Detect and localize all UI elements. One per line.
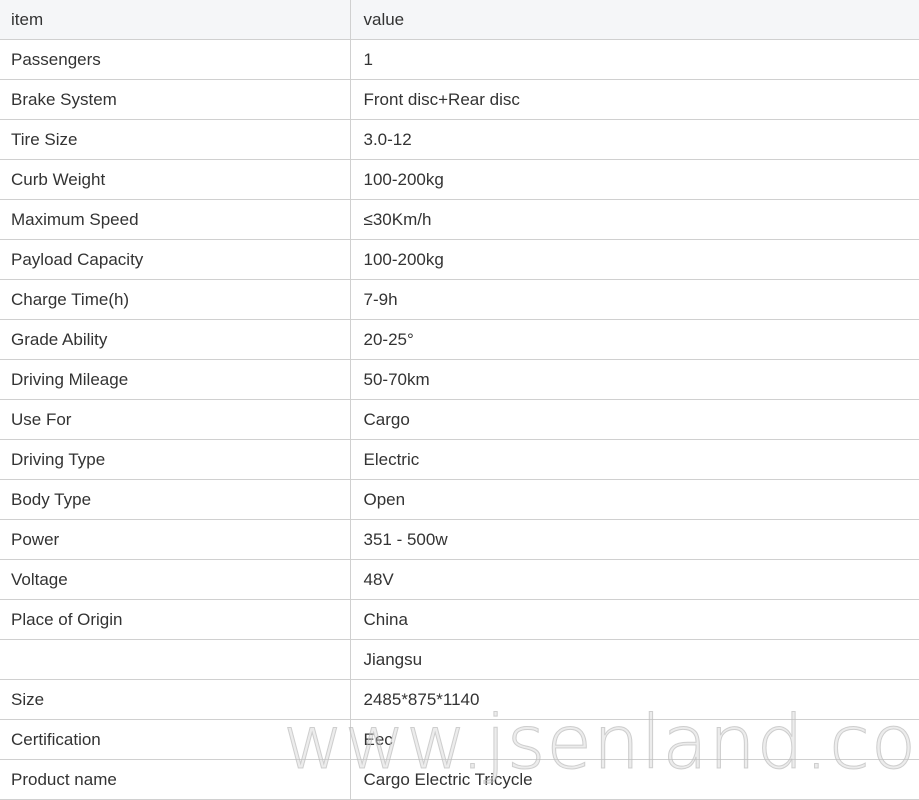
table-row: Maximum Speed ≤30Km/h: [0, 199, 919, 240]
table-row: Driving Mileage 50-70km: [0, 359, 919, 400]
row-value: 50-70km: [349, 359, 919, 400]
table-body: Passengers 1 Brake System Front disc+Rear d…: [0, 39, 919, 800]
table-row: Charge Time(h) 7-9h: [0, 279, 919, 320]
row-value: 48V: [349, 559, 919, 600]
row-item: Passengers: [0, 39, 350, 80]
row-item: Place of Origin: [0, 599, 350, 640]
row-value: Electric: [349, 439, 919, 480]
row-value: Front disc+Rear disc: [349, 79, 919, 120]
row-item: Curb Weight: [0, 159, 350, 200]
header-item: item: [0, 0, 350, 40]
table-row: Curb Weight 100-200kg: [0, 159, 919, 200]
table-row: Certification Eec: [0, 719, 919, 760]
row-value: 7-9h: [349, 279, 919, 320]
table-row: Body Type Open: [0, 479, 919, 520]
row-value: Cargo: [349, 399, 919, 440]
row-value: 351 - 500w: [349, 519, 919, 560]
row-item: Voltage: [0, 559, 350, 600]
row-item: Maximum Speed: [0, 199, 350, 240]
row-item: Power: [0, 519, 350, 560]
row-item: Body Type: [0, 479, 350, 520]
row-item: Size: [0, 679, 350, 720]
row-value: 100-200kg: [349, 159, 919, 200]
row-value: Open: [349, 479, 919, 520]
table-row: Jiangsu: [0, 639, 919, 680]
row-item: Use For: [0, 399, 350, 440]
row-value: China: [349, 599, 919, 640]
table-row: Place of Origin China: [0, 599, 919, 640]
row-value: 3.0-12: [349, 119, 919, 160]
table-row: Voltage 48V: [0, 559, 919, 600]
table-row: Tire Size 3.0-12: [0, 119, 919, 160]
row-item: Brake System: [0, 79, 350, 120]
row-value: ≤30Km/h: [349, 199, 919, 240]
header-value: value: [349, 0, 919, 40]
row-item: Certification: [0, 719, 350, 760]
row-item: Charge Time(h): [0, 279, 350, 320]
spec-table: item value Passengers 1 Brake System Front …: [0, 0, 919, 800]
table-header-row: item value: [0, 0, 919, 40]
row-value: 100-200kg: [349, 239, 919, 280]
row-item: Driving Type: [0, 439, 350, 480]
table-row: Driving Type Electric: [0, 439, 919, 480]
row-item: Grade Ability: [0, 319, 350, 360]
row-value: 1: [349, 39, 919, 80]
row-value: Jiangsu: [349, 639, 919, 680]
table-row: Payload Capacity 100-200kg: [0, 239, 919, 280]
row-value: 20-25°: [349, 319, 919, 360]
row-item: Tire Size: [0, 119, 350, 160]
row-value: Eec: [349, 719, 919, 760]
table-row: Grade Ability 20-25°: [0, 319, 919, 360]
row-item: [0, 639, 350, 680]
table-row: Passengers 1: [0, 39, 919, 80]
table-row: Size 2485*875*1140: [0, 679, 919, 720]
row-value: 2485*875*1140: [349, 679, 919, 720]
table-row: Power 351 - 500w: [0, 519, 919, 560]
table-row: Brake System Front disc+Rear disc: [0, 79, 919, 120]
row-item: Driving Mileage: [0, 359, 350, 400]
table-row: Use For Cargo: [0, 399, 919, 440]
row-item: Payload Capacity: [0, 239, 350, 280]
